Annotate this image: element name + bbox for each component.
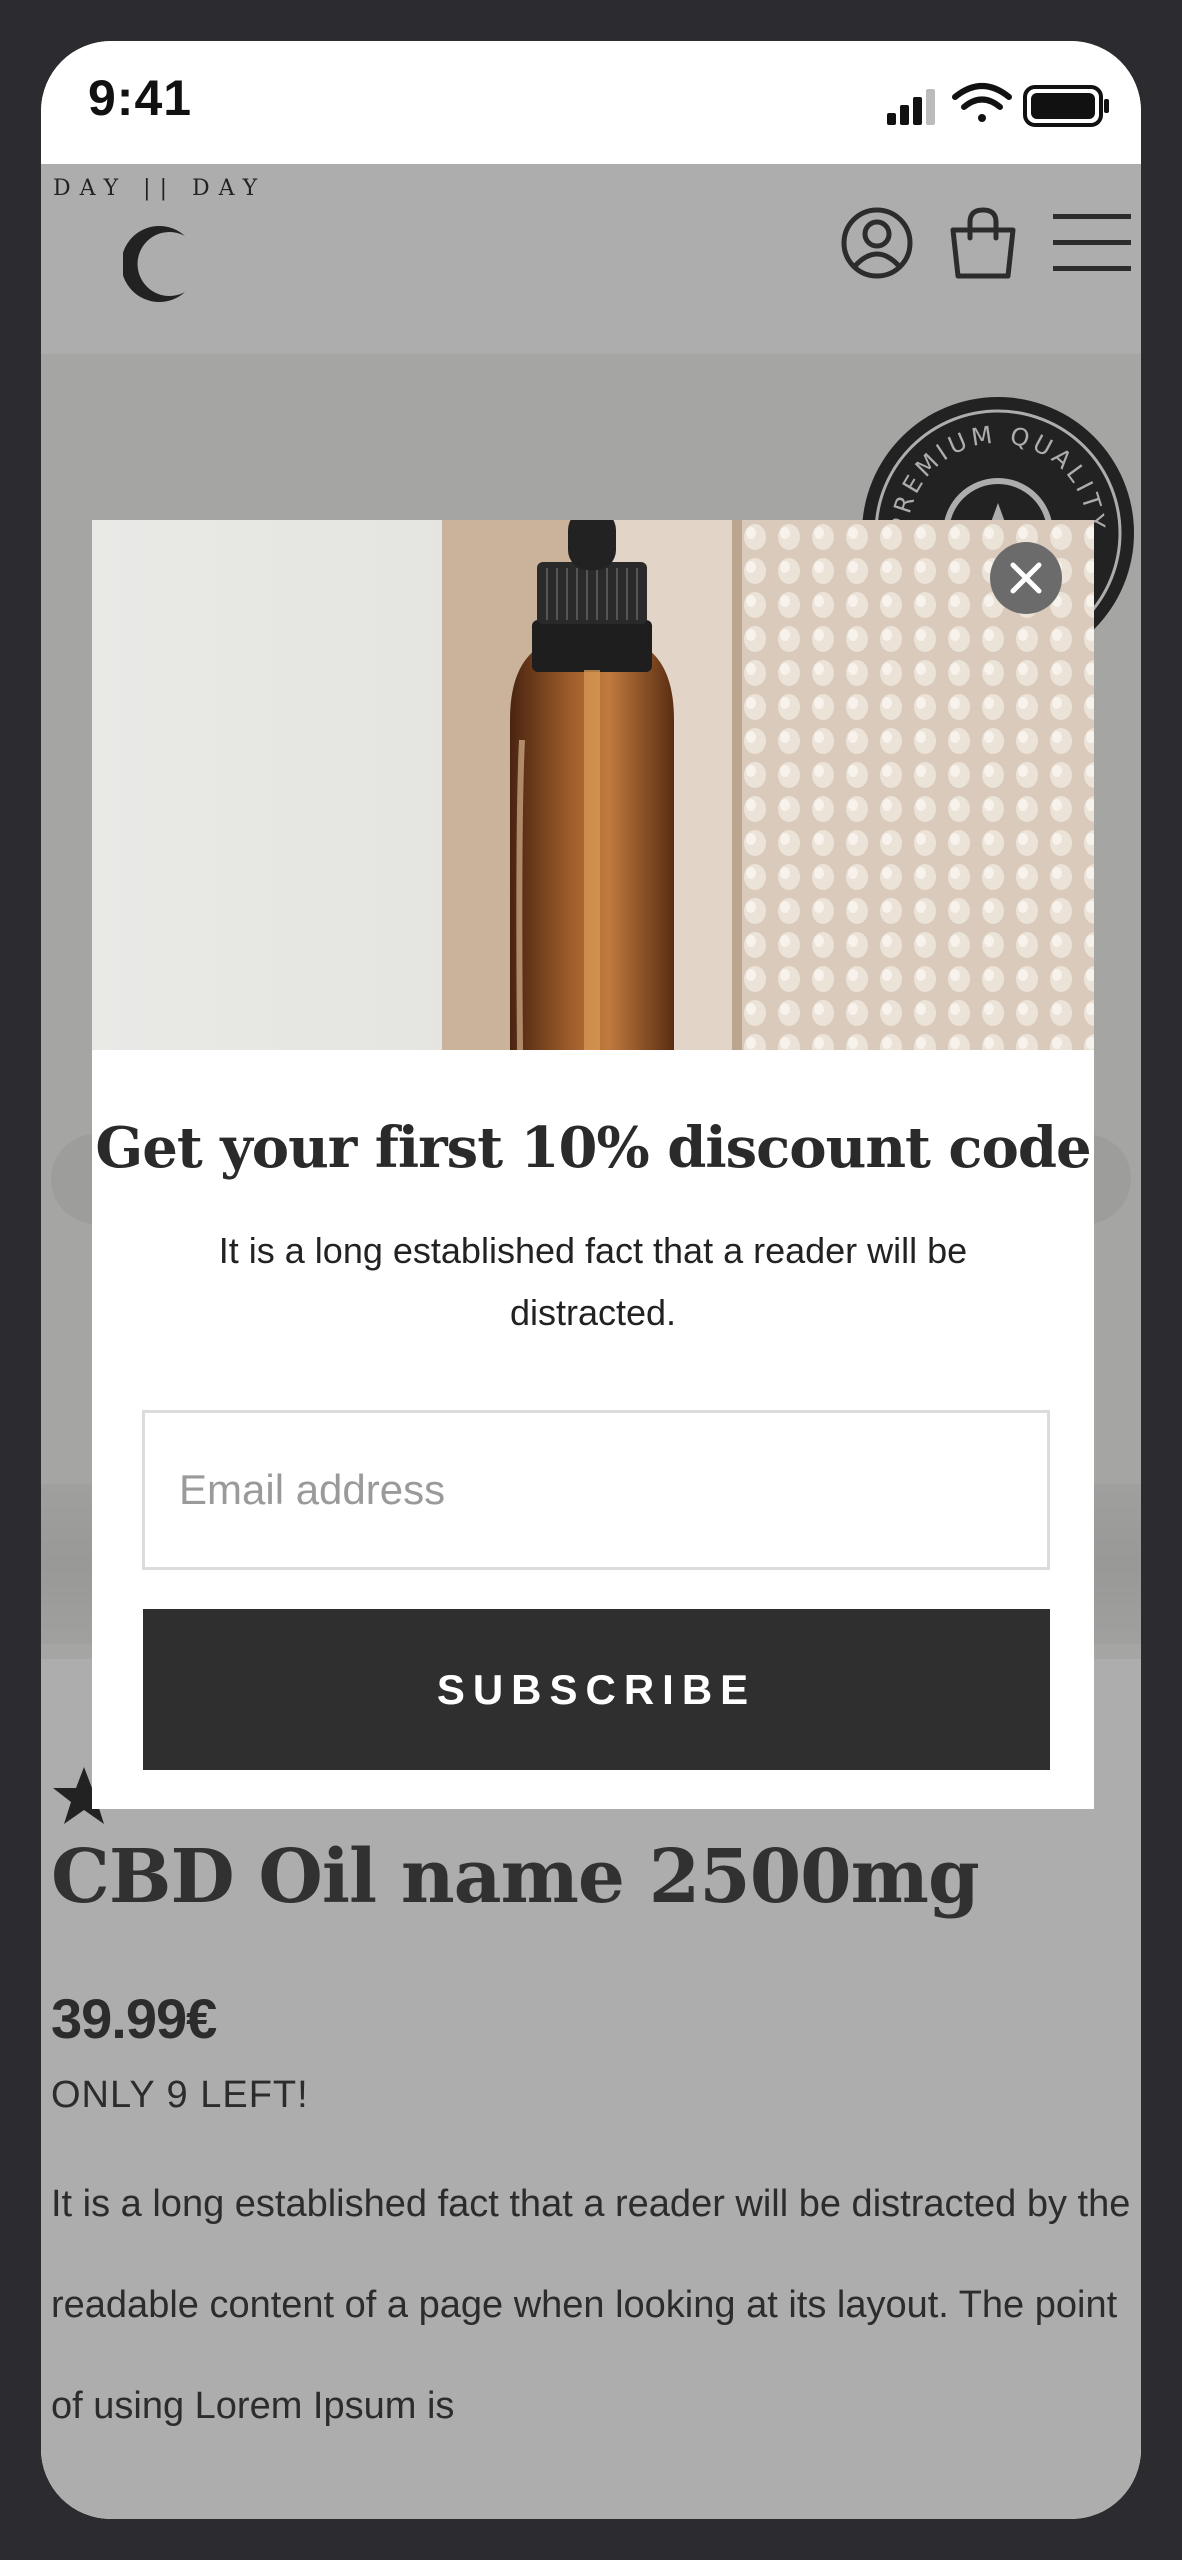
close-popup-button[interactable] — [990, 542, 1062, 614]
status-time: 9:41 — [88, 70, 193, 126]
status-bar: 9:41 — [41, 41, 1141, 164]
popup-description: It is a long established fact that a rea… — [218, 1230, 968, 1333]
dropper-bottle-image — [92, 520, 1094, 1050]
phone-screen: 9:41 DAY || DAY REMIUM QUALITY CBD Oil n… — [41, 41, 1141, 2519]
subscribe-button[interactable]: SUBSCRIBE — [143, 1609, 1050, 1770]
signal-icon — [887, 89, 935, 125]
close-icon — [1010, 562, 1042, 594]
status-icons — [887, 83, 1109, 127]
email-input[interactable] — [142, 1410, 1050, 1570]
battery-icon — [1023, 85, 1109, 127]
wifi-icon — [952, 83, 1012, 122]
discount-popup: Get your first 10% discount code It is a… — [92, 520, 1094, 1809]
popup-title: Get your first 10% discount code — [95, 1115, 1091, 1181]
